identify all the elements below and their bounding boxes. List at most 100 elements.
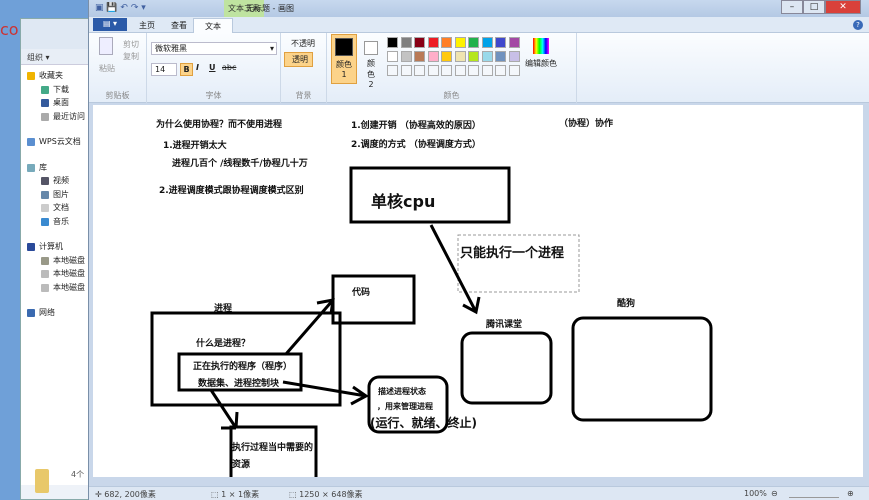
color2-swatch: [364, 41, 378, 55]
color-swatch[interactable]: [441, 65, 452, 76]
minimize-button[interactable]: –: [781, 0, 803, 14]
color-swatch[interactable]: [495, 65, 506, 76]
tree-item-label: 图片: [53, 189, 69, 199]
color-swatch[interactable]: [468, 51, 479, 62]
canvas-area: 为什么使用协程？而不使用进程 1.进程开销太大 进程几百个 /线程数千/协程几十万 2…: [89, 103, 869, 486]
tree-item-label: 音乐: [53, 216, 69, 226]
underline-button[interactable]: U: [209, 63, 216, 72]
arrow-state: [282, 380, 369, 406]
paste-button[interactable]: 粘贴: [99, 63, 115, 74]
transparent-button[interactable]: 透明: [284, 52, 313, 67]
tree-item-icon: [41, 283, 49, 292]
paste-icon: [99, 37, 113, 55]
canvas-text-a2: 2.调度的方式 （协程调度方式）: [351, 140, 481, 150]
arrow-code: [284, 298, 335, 355]
color1-label: 颜色 1: [336, 60, 352, 79]
canvas-text-desc2: ，用来管理进程: [377, 402, 433, 411]
color-swatch[interactable]: [481, 65, 493, 76]
canvas-text-running: 正在执行的程序（程序）: [193, 362, 293, 372]
color-swatch[interactable]: [414, 37, 425, 48]
tree-item-label: 最近访问: [53, 111, 85, 121]
colors-label: 颜色: [443, 91, 460, 100]
bold-button[interactable]: B: [180, 63, 193, 76]
status-bar: ✛ 682, 200像素 ⬚ 1 × 1像素 ⬚ 1250 × 648像素 10…: [89, 486, 869, 500]
color-swatch[interactable]: [508, 65, 520, 76]
color-swatch[interactable]: [400, 51, 412, 62]
background-group: 不透明 透明 背景: [281, 33, 327, 103]
colors-group: 颜色 1 颜色 2 编辑颜色 颜色: [327, 33, 577, 103]
image-size: ⬚ 1250 × 648像素: [289, 490, 363, 499]
close-button[interactable]: ✕: [825, 0, 861, 14]
color-swatch[interactable]: [454, 65, 466, 76]
color-swatch[interactable]: [441, 51, 452, 62]
tab-text[interactable]: 文本: [193, 18, 233, 33]
color1-swatch: [335, 38, 353, 56]
zoom-out-button[interactable]: ⊖: [771, 489, 778, 498]
color1-button[interactable]: 颜色 1: [331, 34, 357, 84]
file-menu-button[interactable]: ▤ ▾: [93, 18, 127, 31]
tree-item-label: 网络: [39, 308, 55, 317]
cut-button[interactable]: 剪切: [123, 39, 139, 50]
color-swatch[interactable]: [387, 65, 398, 76]
maximize-button[interactable]: □: [803, 0, 825, 14]
edit-colors-icon[interactable]: [533, 38, 549, 54]
clipboard-group: 粘贴 剪切 复制 剪贴板: [89, 33, 147, 103]
font-group: 微软雅黑 ▾ 14 B I U abc 字体: [147, 33, 281, 103]
drawing-canvas[interactable]: 为什么使用协程？而不使用进程 1.进程开销太大 进程几百个 /线程数千/协程几十万 2…: [93, 105, 863, 477]
help-icon[interactable]: ?: [853, 20, 863, 30]
tree-item-icon: [27, 72, 35, 80]
tree-item-icon: [41, 217, 49, 226]
tree-item-icon: [27, 138, 35, 146]
edit-colors-button[interactable]: 编辑颜色: [525, 58, 557, 69]
window-controls: – □ ✕: [781, 0, 861, 14]
color-swatch[interactable]: [400, 37, 412, 48]
opaque-button[interactable]: 不透明: [291, 38, 315, 49]
color-swatch[interactable]: [427, 51, 439, 62]
paint-window: ▣ 💾 ↶ ↷ ▾ 文本工具 无标题 - 画图 – □ ✕ ▤ ▾ 主页 查看 文本…: [88, 0, 869, 500]
cursor-position: ✛ 682, 200像素: [95, 490, 156, 499]
color-swatch[interactable]: [414, 51, 425, 62]
color-swatch[interactable]: [427, 65, 439, 76]
tree-item-icon: [41, 99, 49, 107]
color-swatch[interactable]: [468, 37, 479, 48]
kugou-box: [571, 316, 713, 422]
font-family-select[interactable]: 微软雅黑 ▾: [151, 42, 277, 55]
copy-button[interactable]: 复制: [123, 51, 139, 62]
arrow-resource: [209, 389, 239, 430]
color-swatch[interactable]: [427, 37, 439, 48]
font-label: 字体: [205, 91, 222, 100]
color-swatch[interactable]: [495, 51, 506, 62]
tree-item-icon: [41, 270, 49, 278]
color-swatch[interactable]: [400, 65, 412, 76]
color-swatch[interactable]: [481, 51, 493, 62]
canvas-text-cpu: 单核cpu: [371, 192, 436, 211]
folder-icon: [35, 469, 49, 493]
color-swatch[interactable]: [414, 65, 425, 76]
tree-item-icon: [41, 256, 49, 265]
tree-item-icon: [27, 243, 35, 251]
tree-item-label: 收藏夹: [39, 71, 63, 80]
color-swatch[interactable]: [441, 37, 452, 48]
zoom-in-button[interactable]: ⊕: [847, 489, 854, 498]
italic-button[interactable]: I: [196, 63, 199, 72]
color-swatch[interactable]: [387, 51, 398, 62]
color-swatch[interactable]: [508, 37, 520, 48]
color-swatch[interactable]: [454, 51, 466, 62]
color2-button[interactable]: 颜色 2: [360, 34, 382, 89]
zoom-slider[interactable]: [789, 489, 839, 498]
color-swatch[interactable]: [508, 51, 520, 62]
tree-item-label: 下载: [53, 84, 69, 94]
color-swatch[interactable]: [454, 37, 466, 48]
tree-item-label: 本地磁盘: [53, 255, 85, 265]
color-swatch[interactable]: [481, 37, 493, 48]
desktop-edge-text: co: [0, 20, 19, 39]
quick-access-toolbar[interactable]: ▣ 💾 ↶ ↷ ▾: [95, 3, 165, 14]
color-swatch[interactable]: [468, 65, 479, 76]
zoom-level: 100%: [744, 489, 767, 498]
color-swatch[interactable]: [387, 37, 398, 48]
clipboard-label: 剪贴板: [105, 91, 130, 100]
color-swatch[interactable]: [495, 37, 506, 48]
font-size-select[interactable]: 14: [151, 63, 177, 76]
canvas-text-q-title: 为什么使用协程？而不使用进程: [156, 120, 283, 130]
strikethrough-button[interactable]: abc: [222, 63, 236, 72]
